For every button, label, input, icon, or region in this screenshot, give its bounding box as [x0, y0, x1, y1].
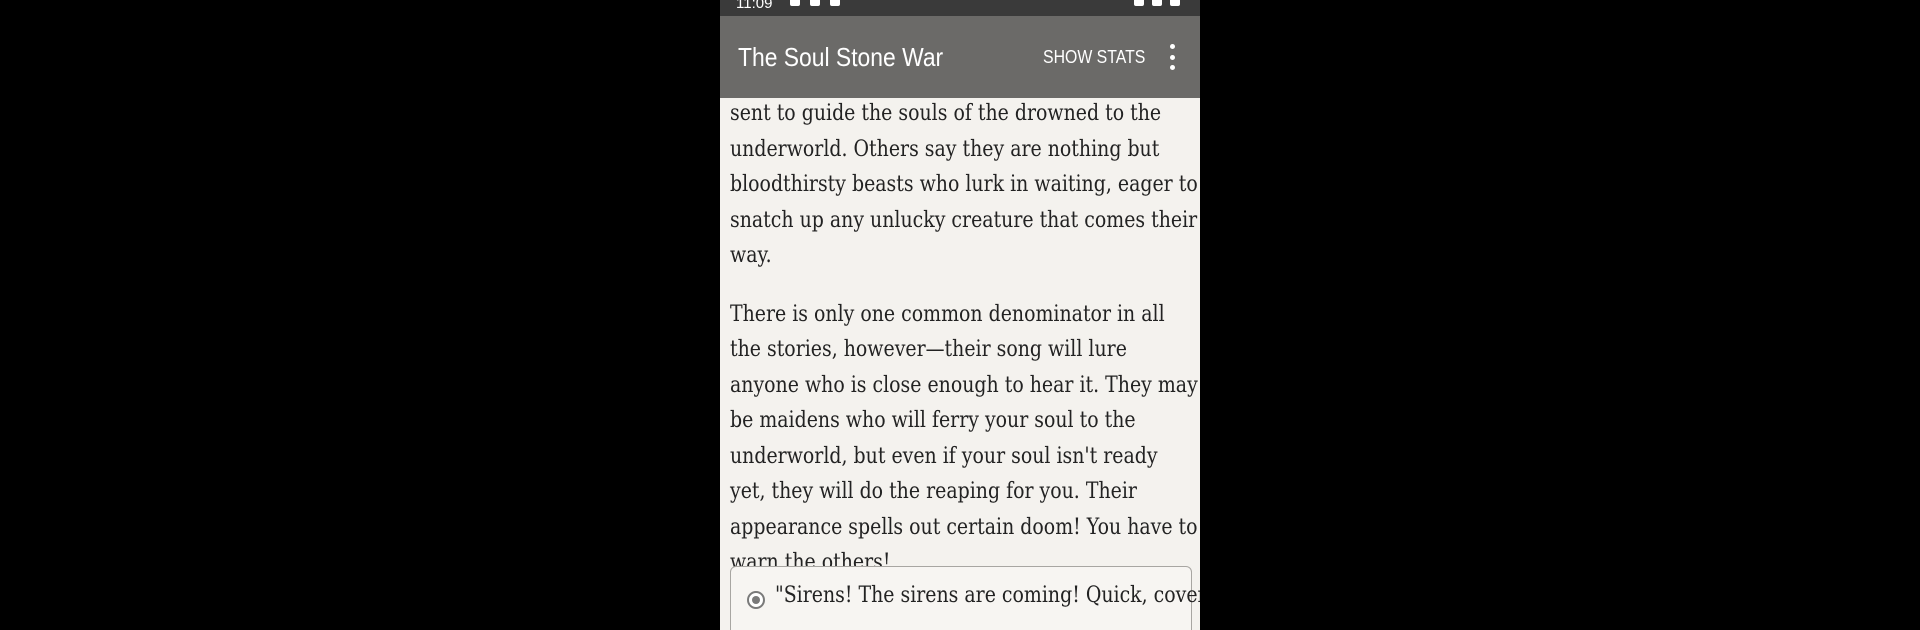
sd-card-icon — [830, 0, 840, 6]
wifi-icon — [1134, 0, 1144, 6]
show-stats-button[interactable]: SHOW STATS — [1043, 47, 1145, 68]
choice-label: "Sirens! The sirens are coming! Quick, c… — [775, 583, 1200, 608]
status-time: 11:09 — [736, 0, 773, 12]
story-paragraph: There is only one common denominator in … — [730, 301, 1198, 576]
signal-icon — [1152, 0, 1162, 6]
settings-notification-icon — [790, 0, 800, 6]
radio-button[interactable] — [747, 591, 765, 609]
story-text: sent to guide the souls of the drowned t… — [730, 96, 1200, 581]
app-title: The Soul Stone War — [738, 42, 944, 72]
status-notification-icons — [790, 0, 840, 6]
shield-notification-icon — [810, 0, 820, 6]
choice-option[interactable]: "Sirens! The sirens are coming! Quick, c… — [730, 566, 1200, 630]
app-bar: The Soul Stone War SHOW STATS — [720, 16, 1200, 98]
status-system-icons — [1134, 0, 1180, 6]
more-options-icon[interactable] — [1166, 44, 1178, 70]
battery-icon — [1170, 0, 1180, 6]
phone-screen: 11:09 The Soul Stone War SHOW STATS sent… — [720, 0, 1200, 630]
status-bar: 11:09 — [720, 0, 1200, 16]
story-paragraph: sent to guide the souls of the drowned t… — [730, 101, 1198, 268]
